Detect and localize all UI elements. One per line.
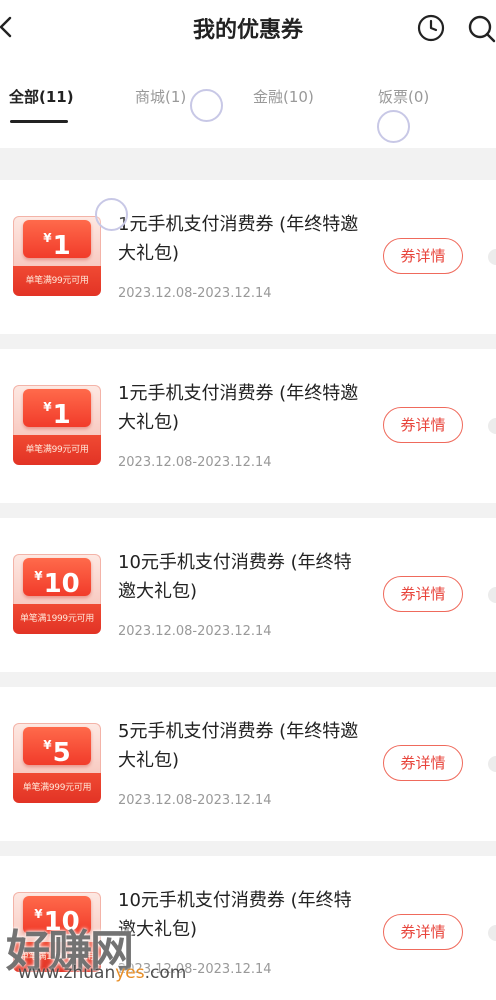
category-tabs: 全部(11) 商城(1) 金融(10) 饭票(0) bbox=[0, 56, 496, 148]
card-edge-notch bbox=[488, 756, 496, 772]
tab-meal-ticket[interactable]: 饭票(0) bbox=[378, 86, 429, 107]
coupon-amount: 1 bbox=[52, 400, 71, 430]
coupon-name: 1元手机支付消费券 (年终特邀大礼包) bbox=[118, 383, 359, 433]
coupon-validity: 2023.12.08-2023.12.14 bbox=[118, 793, 272, 808]
coupon-condition: 单笔满99元可用 bbox=[25, 445, 89, 455]
coupon-amount: 1 bbox=[52, 231, 71, 261]
coupon-badge: ¥5 单笔满999元可用 bbox=[13, 723, 101, 805]
coupon-card[interactable]: ¥5 单笔满999元可用 5元手机支付消费券 (年终特邀大礼包) 2023.12… bbox=[0, 687, 496, 841]
clock-icon[interactable] bbox=[417, 14, 445, 42]
coupon-name: 10元手机支付消费券 (年终特邀大礼包) bbox=[118, 890, 352, 940]
watermark-url: www.zhuanyes.com bbox=[18, 963, 187, 983]
coupon-name: 5元手机支付消费券 (年终特邀大礼包) bbox=[118, 721, 359, 771]
coupon-detail-button[interactable]: 券详情 bbox=[383, 745, 463, 781]
coupon-detail-button[interactable]: 券详情 bbox=[383, 914, 463, 950]
active-tab-indicator bbox=[10, 120, 68, 123]
coupon-validity: 2023.12.08-2023.12.14 bbox=[118, 624, 272, 639]
card-edge-notch bbox=[488, 925, 496, 941]
search-icon[interactable] bbox=[466, 14, 496, 44]
coupon-amount: 10 bbox=[43, 569, 80, 599]
coupon-condition: 单笔满1999元可用 bbox=[20, 614, 94, 624]
coupon-name: 10元手机支付消费券 (年终特邀大礼包) bbox=[118, 552, 352, 602]
coupon-badge: ¥1 单笔满99元可用 bbox=[13, 385, 101, 467]
card-edge-notch bbox=[488, 587, 496, 603]
coupon-card[interactable]: ¥1 单笔满99元可用 1元手机支付消费券 (年终特邀大礼包) 2023.12.… bbox=[0, 349, 496, 503]
tab-finance[interactable]: 金融(10) bbox=[253, 86, 314, 107]
touch-indicator-icon bbox=[95, 198, 128, 231]
coupon-condition: 单笔满99元可用 bbox=[25, 276, 89, 286]
touch-indicator-icon bbox=[377, 110, 410, 143]
coupon-card[interactable]: ¥1 单笔满99元可用 1元手机支付消费券 (年终特邀大礼包) 2023.12.… bbox=[0, 180, 496, 334]
coupon-detail-button[interactable]: 券详情 bbox=[383, 407, 463, 443]
coupon-badge: ¥1 单笔满99元可用 bbox=[13, 216, 101, 298]
coupon-amount: 5 bbox=[52, 738, 71, 768]
card-edge-notch bbox=[488, 418, 496, 434]
tab-mall[interactable]: 商城(1) bbox=[135, 86, 186, 107]
card-edge-notch bbox=[488, 249, 496, 265]
coupon-badge: ¥10 单笔满1999元可用 bbox=[13, 554, 101, 636]
coupon-detail-button[interactable]: 券详情 bbox=[383, 576, 463, 612]
coupon-detail-button[interactable]: 券详情 bbox=[383, 238, 463, 274]
coupon-name: 1元手机支付消费券 (年终特邀大礼包) bbox=[118, 214, 359, 264]
coupon-card[interactable]: ¥10 单笔满1999元可用 10元手机支付消费券 (年终特邀大礼包) 2023… bbox=[0, 518, 496, 672]
touch-indicator-icon bbox=[190, 89, 223, 122]
top-bar: 我的优惠券 bbox=[0, 0, 496, 56]
coupon-validity: 2023.12.08-2023.12.14 bbox=[118, 286, 272, 301]
coupon-validity: 2023.12.08-2023.12.14 bbox=[118, 455, 272, 470]
tab-all[interactable]: 全部(11) bbox=[9, 86, 74, 107]
coupon-condition: 单笔满999元可用 bbox=[22, 783, 92, 793]
